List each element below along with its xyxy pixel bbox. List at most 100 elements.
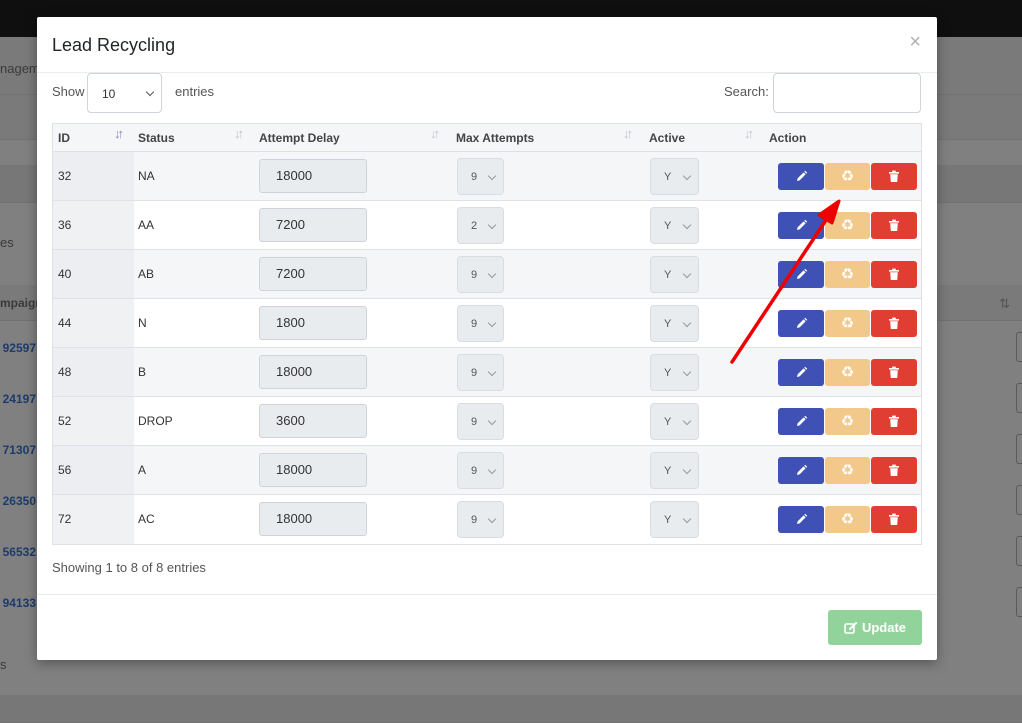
delete-button[interactable] — [871, 359, 917, 386]
edit-square-icon — [844, 621, 857, 634]
trash-icon — [889, 415, 899, 427]
column-header-max-attempts[interactable]: Max Attempts — [456, 131, 534, 145]
table-info: Showing 1 to 8 of 8 entries — [52, 560, 206, 575]
trash-icon — [889, 317, 899, 329]
max-attempts-value: 9 — [471, 514, 478, 526]
delete-button[interactable] — [871, 163, 917, 190]
chevron-down-icon — [487, 220, 497, 230]
status-cell: A — [138, 463, 147, 477]
attempt-delay-input[interactable]: 18000 — [259, 502, 367, 536]
column-header-status[interactable]: Status — [138, 131, 175, 145]
update-button[interactable]: Update — [828, 610, 922, 645]
recycle-button[interactable]: ♻ — [825, 261, 870, 288]
chevron-down-icon — [487, 318, 497, 328]
recycle-icon: ♻ — [840, 462, 855, 479]
recycle-button[interactable]: ♻ — [825, 163, 870, 190]
bg-side-fragment: es — [0, 235, 14, 250]
pencil-icon — [796, 268, 807, 279]
recycle-icon: ♻ — [840, 217, 855, 234]
recycle-button[interactable]: ♻ — [825, 506, 870, 533]
attempt-delay-input[interactable]: 18000 — [259, 453, 367, 487]
bg-campaign-link: 92597 — [2, 341, 36, 355]
chevron-down-icon — [487, 465, 497, 475]
max-attempts-select[interactable]: 9 — [457, 501, 504, 538]
active-value: Y — [664, 367, 672, 379]
close-icon[interactable]: × — [909, 31, 921, 54]
delete-button[interactable] — [871, 310, 917, 337]
search-label: Search: — [724, 84, 769, 99]
table-body: 32 NA 18000 9 Y ♻ 36 AA 7200 2 Y ♻ 40 AB 7200 9 Y ♻ 44 N 180… — [53, 152, 921, 544]
status-cell: N — [138, 316, 147, 330]
column-header-id[interactable]: ID — [58, 131, 70, 145]
active-select[interactable]: Y — [650, 354, 699, 391]
id-cell: 56 — [58, 463, 72, 477]
lead-recycling-modal: Lead Recycling × Show 10 entries Search:… — [37, 17, 937, 660]
max-attempts-select[interactable]: 9 — [457, 452, 504, 489]
max-attempts-select[interactable]: 9 — [457, 256, 504, 293]
delete-button[interactable] — [871, 457, 917, 484]
trash-icon — [889, 219, 899, 231]
delete-button[interactable] — [871, 261, 917, 288]
chevron-down-icon — [682, 416, 692, 426]
active-value: Y — [664, 465, 672, 477]
bg-side-fragment: s — [0, 657, 7, 672]
edit-button[interactable] — [778, 163, 824, 190]
active-value: Y — [664, 514, 672, 526]
column-header-active[interactable]: Active — [649, 131, 685, 145]
max-attempts-select[interactable]: 9 — [457, 403, 504, 440]
max-attempts-select[interactable]: 9 — [457, 354, 504, 391]
attempt-delay-input[interactable]: 18000 — [259, 355, 367, 389]
attempt-delay-input[interactable]: 7200 — [259, 257, 367, 291]
edit-button[interactable] — [778, 359, 824, 386]
active-value: Y — [664, 171, 672, 183]
max-attempts-select[interactable]: 9 — [457, 158, 504, 195]
status-cell: AB — [138, 267, 155, 281]
search-input[interactable] — [773, 73, 921, 113]
edit-button[interactable] — [778, 408, 824, 435]
attempt-delay-input[interactable]: 1800 — [259, 306, 367, 340]
max-attempts-select[interactable]: 9 — [457, 305, 504, 342]
edit-button[interactable] — [778, 261, 824, 288]
modal-header: Lead Recycling × — [37, 17, 937, 73]
active-select[interactable]: Y — [650, 207, 699, 244]
active-select[interactable]: Y — [650, 501, 699, 538]
edit-button[interactable] — [778, 506, 824, 533]
active-select[interactable]: Y — [650, 452, 699, 489]
recycle-button[interactable]: ♻ — [825, 212, 870, 239]
active-select[interactable]: Y — [650, 403, 699, 440]
recycle-button[interactable]: ♻ — [825, 359, 870, 386]
delete-button[interactable] — [871, 506, 917, 533]
page-length-select[interactable]: 10 — [87, 73, 162, 113]
delete-button[interactable] — [871, 212, 917, 239]
pencil-icon — [796, 366, 807, 377]
max-attempts-select[interactable]: 2 — [457, 207, 504, 244]
id-cell: 72 — [58, 512, 72, 526]
table-row: 40 AB 7200 9 Y ♻ — [53, 250, 921, 299]
chevron-down-icon — [682, 514, 692, 524]
edit-button[interactable] — [778, 310, 824, 337]
delete-button[interactable] — [871, 408, 917, 435]
edit-button[interactable] — [778, 457, 824, 484]
recycle-icon: ♻ — [840, 168, 855, 185]
max-attempts-value: 9 — [471, 269, 478, 281]
id-cell: 40 — [58, 267, 72, 281]
attempt-delay-input[interactable]: 18000 — [259, 159, 367, 193]
recycle-icon: ♻ — [840, 266, 855, 283]
recycle-icon: ♻ — [840, 413, 855, 430]
active-select[interactable]: Y — [650, 305, 699, 342]
sort-icon: ↓↑ — [234, 126, 244, 141]
recycle-button[interactable]: ♻ — [825, 408, 870, 435]
trash-icon — [889, 268, 899, 280]
edit-button[interactable] — [778, 212, 824, 239]
table-row: 48 B 18000 9 Y ♻ — [53, 348, 921, 397]
column-header-attempt-delay[interactable]: Attempt Delay — [259, 131, 340, 145]
attempt-delay-input[interactable]: 3600 — [259, 404, 367, 438]
active-select[interactable]: Y — [650, 158, 699, 195]
recycle-button[interactable]: ♻ — [825, 457, 870, 484]
chevron-down-icon — [682, 171, 692, 181]
recycle-button[interactable]: ♻ — [825, 310, 870, 337]
sort-icon: ↓↑ — [623, 126, 633, 141]
trash-icon — [889, 464, 899, 476]
attempt-delay-input[interactable]: 7200 — [259, 208, 367, 242]
active-select[interactable]: Y — [650, 256, 699, 293]
